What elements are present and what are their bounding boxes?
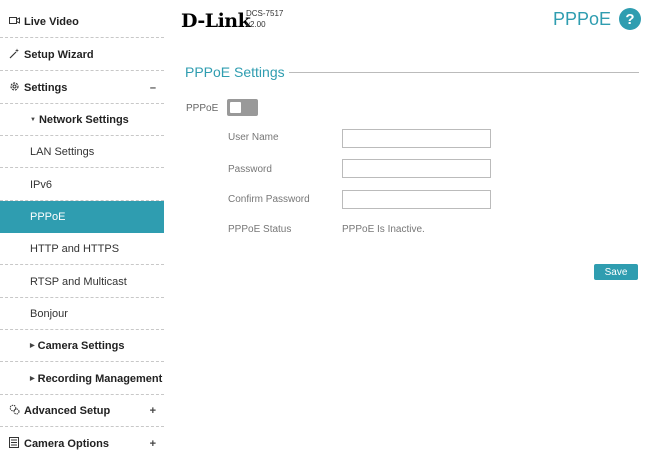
nav-lan-settings-label: LAN Settings	[30, 145, 95, 158]
nav-setup-wizard-label: Setup Wizard	[24, 48, 94, 61]
nav-ipv6[interactable]: IPv6	[0, 169, 164, 201]
nav-network-settings-label: Network Settings	[38, 113, 129, 126]
nav-http-https-label: HTTP and HTTPS	[30, 242, 120, 255]
section-divider	[282, 72, 639, 73]
nav-rtsp-multicast-label: RTSP and Multicast	[30, 275, 127, 288]
collapse-icon[interactable]: –	[150, 82, 156, 94]
advanced-gear-icon	[8, 404, 20, 418]
gear-icon	[8, 81, 20, 95]
expand-icon[interactable]: +	[150, 405, 156, 417]
caret-right-icon: ▶	[30, 343, 35, 349]
nav-network-settings[interactable]: ▼ Network Settings	[0, 104, 164, 136]
page-title: PPPoE	[552, 8, 611, 29]
pppoe-toggle[interactable]	[227, 99, 258, 116]
pppoe-status-label: PPPoE Status	[228, 224, 292, 235]
sidebar: Live Video Setup Wizard Settings – ▼ Net…	[0, 0, 164, 456]
help-icon[interactable]: ?	[619, 8, 641, 30]
list-icon	[8, 437, 20, 451]
password-input[interactable]	[342, 159, 491, 178]
nav-camera-settings-label: Camera Settings	[37, 339, 125, 352]
firmware-version: v2.00	[246, 20, 266, 29]
nav-recording-management[interactable]: ▶ Recording Management	[0, 363, 164, 395]
nav-camera-options[interactable]: Camera Options +	[0, 428, 164, 456]
nav-advanced-setup[interactable]: Advanced Setup +	[0, 395, 164, 427]
nav-pppoe[interactable]: PPPoE	[0, 201, 164, 233]
confirm-password-label: Confirm Password	[228, 194, 310, 205]
nav-pppoe-label: PPPoE	[30, 211, 66, 223]
nav-camera-settings[interactable]: ▶ Camera Settings	[0, 330, 164, 362]
nav-live-video-label: Live Video	[24, 15, 79, 28]
user-name-input[interactable]	[342, 129, 491, 148]
pppoe-status-value: PPPoE Is Inactive.	[342, 224, 425, 235]
page-header: PPPoE ?	[553, 8, 641, 30]
model-number: DCS-7517	[246, 9, 284, 18]
nav-camera-options-label: Camera Options	[24, 438, 109, 450]
nav-setup-wizard[interactable]: Setup Wizard	[0, 39, 164, 71]
video-icon	[8, 16, 20, 28]
nav-lan-settings[interactable]: LAN Settings	[0, 136, 164, 168]
nav-recording-management-label: Recording Management	[37, 372, 163, 385]
nav-live-video[interactable]: Live Video	[0, 6, 164, 38]
model-info: DCS-7517 v2.00	[246, 8, 283, 30]
caret-right-icon: ▶	[30, 376, 35, 382]
nav-rtsp-multicast[interactable]: RTSP and Multicast	[0, 266, 164, 298]
user-name-label: User Name	[228, 132, 279, 143]
dlink-logo: D-Link	[181, 10, 251, 32]
nav-settings[interactable]: Settings –	[0, 72, 164, 104]
nav-bonjour-label: Bonjour	[30, 307, 68, 320]
caret-down-icon: ▼	[30, 116, 36, 123]
nav-http-https[interactable]: HTTP and HTTPS	[0, 233, 164, 265]
nav-advanced-setup-label: Advanced Setup	[24, 404, 111, 417]
pppoe-label: PPPoE	[186, 103, 219, 114]
nav-settings-label: Settings	[24, 81, 68, 94]
nav-ipv6-label: IPv6	[30, 178, 53, 191]
confirm-password-input[interactable]	[342, 190, 491, 209]
save-button[interactable]: Save	[594, 264, 638, 280]
toggle-knob	[230, 102, 241, 113]
wand-icon	[8, 48, 20, 62]
nav-bonjour[interactable]: Bonjour	[0, 298, 164, 330]
expand-icon[interactable]: +	[150, 438, 156, 450]
section-title: PPPoE Settings	[185, 64, 289, 80]
password-label: Password	[228, 164, 272, 175]
